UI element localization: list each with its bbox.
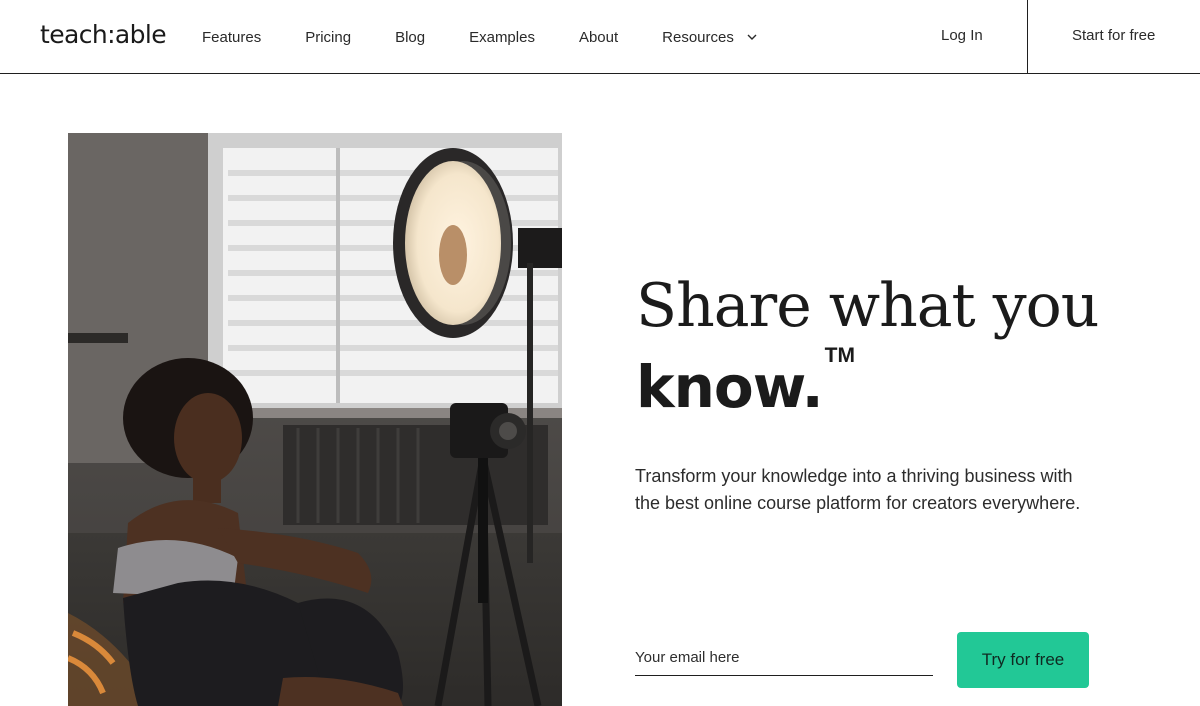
headline-line-2: know. — [636, 353, 824, 421]
hero-subtitle: Transform your knowledge into a thriving… — [635, 466, 1081, 513]
teachable-logo[interactable]: teach:able — [40, 20, 167, 49]
nav-link-pricing[interactable]: Pricing — [305, 29, 351, 46]
nav-link-resources[interactable]: Resources — [662, 29, 758, 46]
start-for-free-link[interactable]: Start for free — [1072, 27, 1155, 44]
email-input[interactable] — [635, 640, 933, 676]
top-navigation: teach:able Features Pricing Blog Example… — [0, 0, 1200, 74]
nav-link-blog[interactable]: Blog — [395, 29, 425, 46]
hero-photo — [68, 133, 562, 706]
hero-headline: Share what you know.TM — [636, 270, 1156, 422]
nav-link-examples[interactable]: Examples — [469, 29, 535, 46]
login-link[interactable]: Log In — [941, 27, 983, 44]
nav-link-resources-label: Resources — [662, 28, 734, 46]
nav-links: Features Pricing Blog Examples About Res… — [202, 0, 802, 74]
nav-divider — [1027, 0, 1028, 74]
chevron-down-icon — [747, 34, 757, 40]
nav-link-features[interactable]: Features — [202, 29, 261, 46]
nav-link-about[interactable]: About — [579, 29, 618, 46]
trademark-mark: TM — [824, 344, 855, 367]
try-for-free-button[interactable]: Try for free — [957, 632, 1089, 688]
headline-line-1: Share what you — [636, 271, 1099, 341]
